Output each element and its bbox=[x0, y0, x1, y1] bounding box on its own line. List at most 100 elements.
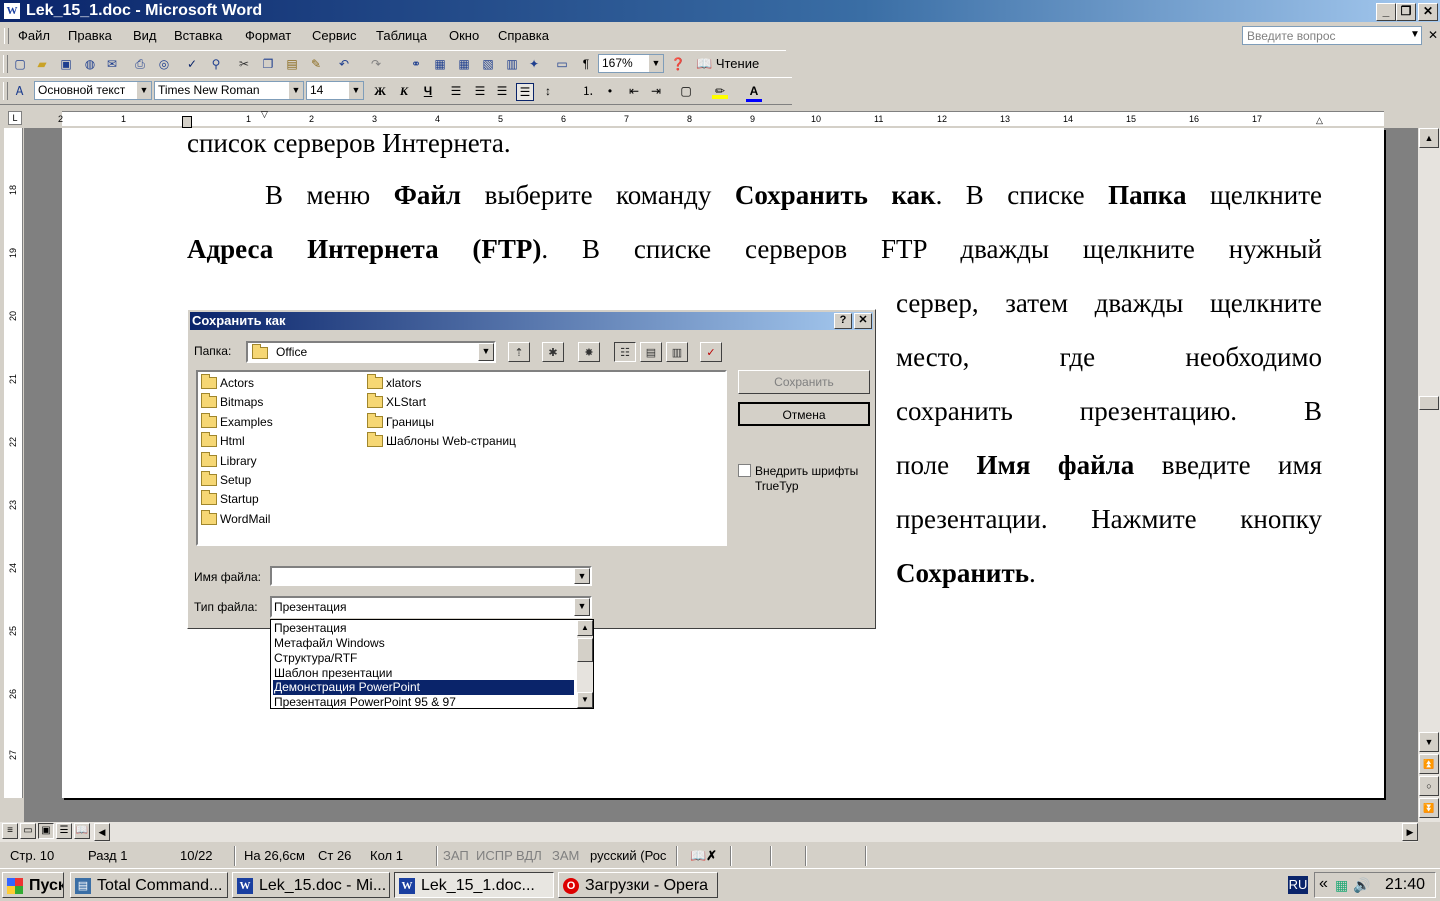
numbering-icon[interactable]: ⒈ bbox=[580, 83, 596, 99]
next-page-icon[interactable]: ⏬ bbox=[1419, 798, 1439, 818]
reading-mode-button[interactable]: 📖 Чтение bbox=[696, 55, 759, 73]
volume-icon[interactable]: 🔊 bbox=[1353, 877, 1370, 894]
bold-icon[interactable]: Ж bbox=[372, 83, 388, 99]
menu-file[interactable]: Файл bbox=[18, 28, 50, 43]
minimize-button[interactable]: _ bbox=[1376, 3, 1396, 21]
menu-edit[interactable]: Правка bbox=[68, 28, 112, 43]
chevron-down-icon[interactable]: ▼ bbox=[288, 82, 303, 99]
vertical-scrollbar[interactable]: ▲ ▼ ⏫ ○ ⏬ bbox=[1418, 128, 1440, 822]
chevron-down-icon[interactable]: ▼ bbox=[348, 82, 363, 99]
horizontal-scrollbar[interactable]: ≡ ▭ ▣ ☰ 📖 ◀ ▶ bbox=[0, 822, 1418, 842]
drawing-icon[interactable]: ✦ bbox=[526, 56, 542, 72]
language-indicator[interactable]: RU bbox=[1288, 876, 1308, 894]
task-total-commander[interactable]: ▤ Total Command... bbox=[70, 872, 228, 898]
status-record-macro[interactable]: ЗАП bbox=[443, 848, 469, 863]
bullets-icon[interactable]: • bbox=[602, 83, 618, 99]
copy-icon[interactable]: ❐ bbox=[260, 56, 276, 72]
menu-window[interactable]: Окно bbox=[449, 28, 479, 43]
tables-borders-icon[interactable]: ▦ bbox=[432, 56, 448, 72]
styles-pane-icon[interactable]: Ꭺ bbox=[12, 83, 28, 99]
spelling-status-icon[interactable]: 📖✗ bbox=[690, 848, 717, 864]
hyperlink-icon[interactable]: ⚭ bbox=[408, 56, 424, 72]
redo-icon[interactable]: ↷ bbox=[368, 56, 384, 72]
show-formatting-icon[interactable]: ¶ bbox=[578, 56, 594, 72]
clock[interactable]: 21:40 bbox=[1385, 876, 1425, 894]
tray-expand-icon[interactable]: « bbox=[1319, 875, 1328, 893]
research-icon[interactable]: ⚲ bbox=[208, 56, 224, 72]
font-color-icon[interactable]: A bbox=[746, 83, 762, 102]
font-combo[interactable]: Times New Roman ▼ bbox=[154, 81, 304, 100]
new-document-icon[interactable]: ▢ bbox=[12, 56, 28, 72]
menu-grip[interactable] bbox=[4, 28, 9, 44]
scroll-down-icon[interactable]: ▼ bbox=[1419, 732, 1439, 752]
columns-icon[interactable]: ▥ bbox=[504, 56, 520, 72]
task-opera[interactable]: O Загрузки - Opera bbox=[558, 872, 718, 898]
help-icon[interactable]: ❓ bbox=[670, 56, 686, 72]
menu-table[interactable]: Таблица bbox=[376, 28, 427, 43]
maximize-button[interactable]: ❐ bbox=[1396, 3, 1416, 21]
outline-view-icon[interactable]: ☰ bbox=[56, 823, 72, 839]
web-view-icon[interactable]: ▭ bbox=[20, 823, 36, 839]
doc-close-icon[interactable]: ✕ bbox=[1428, 28, 1438, 42]
border-icon[interactable]: ▢ bbox=[678, 83, 694, 99]
previous-page-icon[interactable]: ⏫ bbox=[1419, 754, 1439, 774]
open-icon[interactable]: ▰ bbox=[34, 56, 50, 72]
start-button[interactable]: Пуск bbox=[2, 872, 64, 898]
left-indent-marker[interactable] bbox=[182, 116, 192, 128]
scroll-left-icon[interactable]: ◀ bbox=[94, 823, 110, 841]
document-map-icon[interactable]: ▭ bbox=[554, 56, 570, 72]
paste-icon[interactable]: ▤ bbox=[284, 56, 300, 72]
ask-dropdown-icon[interactable]: ▼ bbox=[1410, 29, 1420, 40]
word-app-icon[interactable]: W bbox=[4, 3, 20, 19]
browse-object-icon[interactable]: ○ bbox=[1419, 776, 1439, 796]
normal-view-icon[interactable]: ≡ bbox=[2, 823, 18, 839]
print-preview-icon[interactable]: ◎ bbox=[156, 56, 172, 72]
title-bar[interactable]: W Lek_15_1.doc - Microsoft Word _ ❐ ✕ bbox=[0, 0, 1440, 22]
cut-icon[interactable]: ✂ bbox=[236, 56, 252, 72]
format-painter-icon[interactable]: ✎ bbox=[308, 56, 324, 72]
task-lek15-doc[interactable]: W Lek_15.doc - Mi... bbox=[232, 872, 390, 898]
right-indent-marker[interactable]: △ bbox=[1316, 115, 1323, 126]
increase-indent-icon[interactable]: ⇥ bbox=[648, 83, 664, 99]
status-track-changes[interactable]: ИСПР bbox=[476, 848, 513, 863]
menu-help[interactable]: Справка bbox=[498, 28, 549, 43]
scroll-thumb[interactable] bbox=[1419, 396, 1439, 410]
style-combo[interactable]: Основной текст ▼ bbox=[34, 81, 152, 100]
toolbar-grip[interactable] bbox=[3, 55, 8, 73]
email-icon[interactable]: ✉ bbox=[104, 56, 120, 72]
reading-view-icon[interactable]: 📖 bbox=[74, 823, 90, 839]
scroll-up-icon[interactable]: ▲ bbox=[1419, 128, 1439, 148]
align-center-icon[interactable]: ☰ bbox=[472, 83, 488, 99]
align-left-icon[interactable]: ☰ bbox=[448, 83, 464, 99]
menu-insert[interactable]: Вставка bbox=[174, 28, 222, 43]
network-icon[interactable]: ▦ bbox=[1335, 877, 1348, 894]
vertical-ruler[interactable]: 18 19 20 21 22 23 24 25 26 27 bbox=[4, 128, 23, 798]
status-overtype[interactable]: ЗАМ bbox=[552, 848, 579, 863]
zoom-combo[interactable]: 167% ▼ bbox=[598, 54, 664, 73]
status-extend-selection[interactable]: ВДЛ bbox=[516, 848, 542, 863]
align-right-icon[interactable]: ☰ bbox=[494, 83, 510, 99]
menu-view[interactable]: Вид bbox=[133, 28, 157, 43]
first-line-indent-marker[interactable]: ▽ bbox=[261, 109, 268, 120]
ask-question-input[interactable]: Введите вопрос bbox=[1242, 26, 1422, 45]
save-icon[interactable]: ▣ bbox=[58, 56, 74, 72]
spelling-icon[interactable]: ✓ bbox=[184, 56, 200, 72]
tab-selector[interactable]: L bbox=[8, 111, 22, 125]
menu-tools[interactable]: Сервис bbox=[312, 28, 357, 43]
close-button[interactable]: ✕ bbox=[1418, 3, 1438, 21]
menu-format[interactable]: Формат bbox=[245, 28, 291, 43]
insert-table-icon[interactable]: ▦ bbox=[456, 56, 472, 72]
underline-icon[interactable]: Ч bbox=[420, 83, 436, 99]
permission-icon[interactable]: ◍ bbox=[82, 56, 98, 72]
task-lek15-1-doc[interactable]: W Lek_15_1.doc... bbox=[394, 872, 554, 898]
line-spacing-icon[interactable]: ↕ bbox=[540, 83, 556, 99]
chevron-down-icon[interactable]: ▼ bbox=[648, 55, 663, 72]
insert-excel-icon[interactable]: ▧ bbox=[480, 56, 496, 72]
undo-icon[interactable]: ↶ bbox=[336, 56, 352, 72]
print-view-icon[interactable]: ▣ bbox=[38, 823, 54, 839]
chevron-down-icon[interactable]: ▼ bbox=[136, 82, 151, 99]
highlight-icon[interactable]: ✏ bbox=[712, 83, 728, 99]
font-size-combo[interactable]: 14 ▼ bbox=[306, 81, 364, 100]
italic-icon[interactable]: К bbox=[396, 83, 412, 99]
scroll-right-icon[interactable]: ▶ bbox=[1402, 823, 1418, 841]
